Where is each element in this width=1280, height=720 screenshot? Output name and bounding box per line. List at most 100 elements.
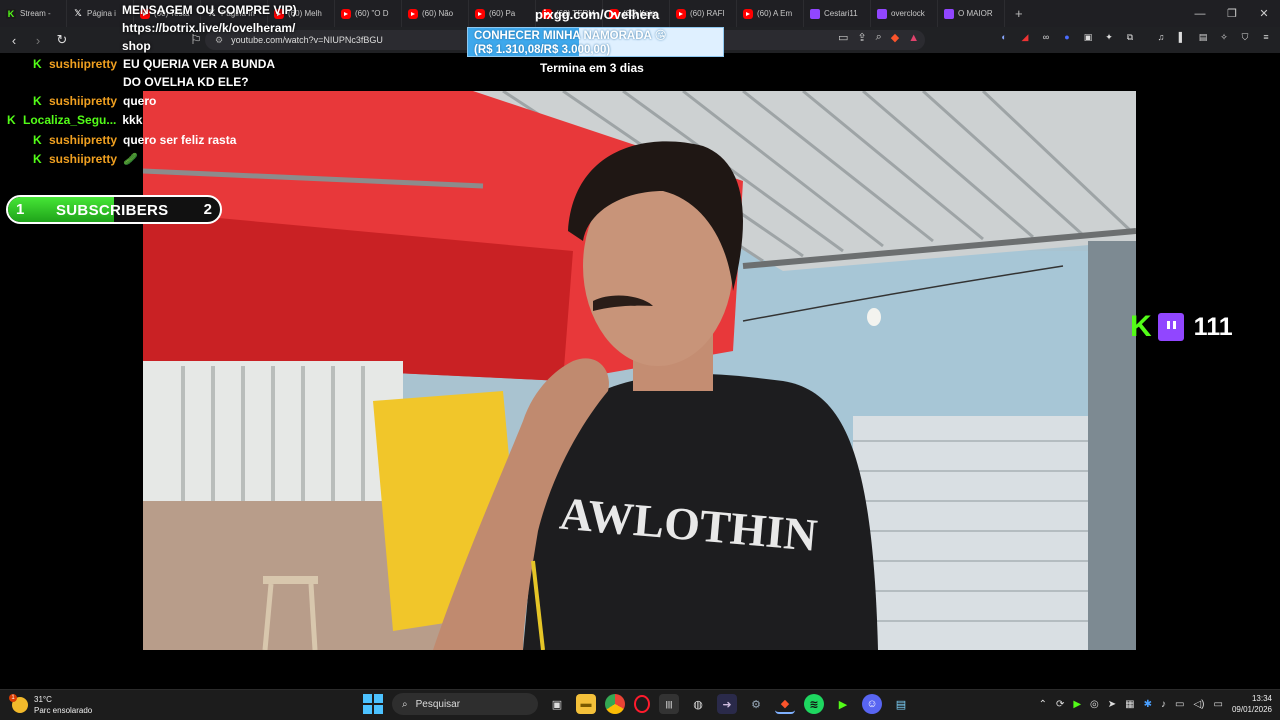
donation-goal-amount: (R$ 1.310,08/R$ 3.000,00) [474,44,611,56]
extension-icon[interactable]: ▣ [1082,31,1094,43]
browser-tab[interactable]: (60) RAFI [670,0,737,27]
browser-tab-label: Cestari11 [824,9,858,18]
new-tab-button[interactable]: + [1005,6,1033,21]
browser-tab-label: (60) Pa [489,9,516,18]
chat-pinned-message: MENSAGEM OU COMPRE VIP) https://botrix.l… [122,1,297,55]
chat-line: shop [122,39,151,53]
donation-link: pixgg.com/Ovelhera [535,7,660,22]
steam-icon[interactable]: ⚙ [746,694,766,714]
tray-app-icon[interactable]: ➤ [1108,699,1116,710]
close-button[interactable]: ✕ [1248,7,1280,20]
bluetooth-icon[interactable]: ✱ [1144,699,1152,710]
donation-goal-label: CONHECER MINHA NAMORADA 😘 (R$ 1.310,08/R… [474,29,667,57]
chat-text: 🥒 [123,152,138,166]
browser-tab[interactable]: O MAIOR [938,0,1005,27]
back-icon[interactable]: ‹ [4,33,24,48]
sidebar-icon[interactable]: ▌ [1176,31,1188,43]
chat-username: Localiza_Segu... [23,113,117,127]
chat-message: K sushiipretty EU QUERIA VER A BUNDA DO … [33,55,293,91]
weather-desc: Parc ensolarado [34,706,93,715]
leo-ai-icon[interactable]: ✧ [1218,31,1230,43]
yt-favicon-icon [341,8,351,19]
sync-icon[interactable]: ⟳ [1056,699,1064,710]
brave-icon[interactable]: ◆ [775,694,795,714]
kick-badge-icon: K [33,57,42,71]
browser-tab[interactable]: (60) Não [402,0,469,27]
reload-icon[interactable]: ↻ [52,32,72,48]
notepad-icon[interactable]: ▤ [891,694,911,714]
extension-icon[interactable]: ∞ [1040,31,1052,43]
chrome-icon[interactable] [605,694,625,714]
extension-icon[interactable]: ◢ [1019,31,1031,43]
cast-icon[interactable]: ▭ [838,31,848,44]
volume-icon[interactable]: ◁) [1193,699,1204,710]
browser-tab[interactable]: overclock [871,0,938,27]
task-view-icon[interactable]: ▣ [547,694,567,714]
yt-favicon-icon [743,8,753,19]
chevron-up-icon[interactable]: ⌃ [1039,699,1047,710]
chat-text: quero [123,94,157,108]
minimize-button[interactable]: — [1184,8,1216,20]
file-explorer-icon[interactable]: ▬ [576,694,596,714]
chat-message: K sushiipretty quero ser feliz rasta [33,131,236,149]
brave-rewards-icon[interactable]: ▲ [908,32,919,44]
browser-tab[interactable]: (60) Pa [469,0,536,27]
microphone-icon[interactable]: ♪ [1161,699,1166,710]
app-icon[interactable]: ||| [659,694,679,714]
app-icon[interactable]: ➜ [717,694,737,714]
tray-kick-icon[interactable]: ▶ [1073,699,1081,710]
wallet-icon[interactable]: ▤ [1197,31,1209,43]
clock-time: 13:34 [1251,694,1272,703]
discord-icon[interactable]: ☺ [862,694,882,714]
kick-badge-icon: K [33,133,42,147]
vpn-icon[interactable]: ⛉ [1239,31,1251,43]
extension-icon[interactable]: ● [1061,31,1073,43]
search-icon: ⌕ [402,698,408,710]
spotify-icon[interactable]: ≋ [804,694,824,714]
tray-app-icon[interactable]: ▦ [1125,699,1134,710]
kick-app-icon[interactable]: ▶ [833,694,853,714]
browser-tab[interactable]: K Stream - [0,0,67,27]
url-actions: ▭ ⇪ ⌕ ◆ ▲ [838,31,919,44]
video-frame: AWLOTHIN [143,91,1136,650]
subscribers-label: SUBSCRIBERS [56,202,169,219]
kick-badge-icon: K [33,94,42,108]
extension-icon[interactable]: ◐ [998,31,1010,43]
screenshot-icon[interactable]: ⧉ [1124,31,1136,43]
zoom-icon[interactable]: ⌕ [876,31,882,44]
window-controls: — ❐ ✕ [1184,0,1280,27]
browser-tab[interactable]: (60) "O D [335,0,402,27]
weather-temp: 31°C [34,695,52,704]
tw-favicon-icon [944,8,954,19]
menu-icon[interactable]: ≡ [1260,31,1272,43]
browser-tab-label: Stream - [20,9,51,18]
video-player[interactable]: AWLOTHIN [143,91,1136,650]
viewer-counter: K 111 [1130,312,1233,342]
puzzle-icon[interactable]: ✦ [1103,31,1115,43]
tray-app-icon[interactable]: ◎ [1090,699,1099,710]
clock[interactable]: 13:34 09/01/2026 [1232,693,1272,715]
taskbar-search[interactable]: ⌕ Pesquisar [392,693,538,715]
network-icon[interactable]: ▭ [1175,699,1184,710]
music-icon[interactable]: ♫ [1155,31,1167,43]
app-icon[interactable]: ◍ [688,694,708,714]
yt-favicon-icon [408,8,418,19]
share-icon[interactable]: ⇪ [857,31,866,44]
search-placeholder: Pesquisar [415,698,461,710]
chat-text: kkk [122,113,143,127]
forward-icon[interactable]: › [28,33,48,48]
viewer-count: 111 [1193,312,1233,341]
brave-shield-icon[interactable]: ◆ [891,31,899,44]
weather-widget[interactable]: 1 31°C Parc ensolarado [9,694,93,716]
opera-icon[interactable] [634,695,650,713]
start-button[interactable] [363,694,383,714]
chat-username: sushiipretty [49,133,118,147]
battery-icon[interactable]: ▭ [1214,699,1223,710]
browser-tab[interactable]: (60) A Em [737,0,804,27]
chat-line: https://botrix.live/k/ovelheram/ [122,21,296,35]
restore-button[interactable]: ❐ [1216,7,1248,20]
browser-tab-label: (60) Não [422,9,454,18]
browser-tab[interactable]: Cestari11 [804,0,871,27]
tw-favicon-icon [810,8,820,19]
browser-tab-label: (60) RAFI [690,9,725,18]
